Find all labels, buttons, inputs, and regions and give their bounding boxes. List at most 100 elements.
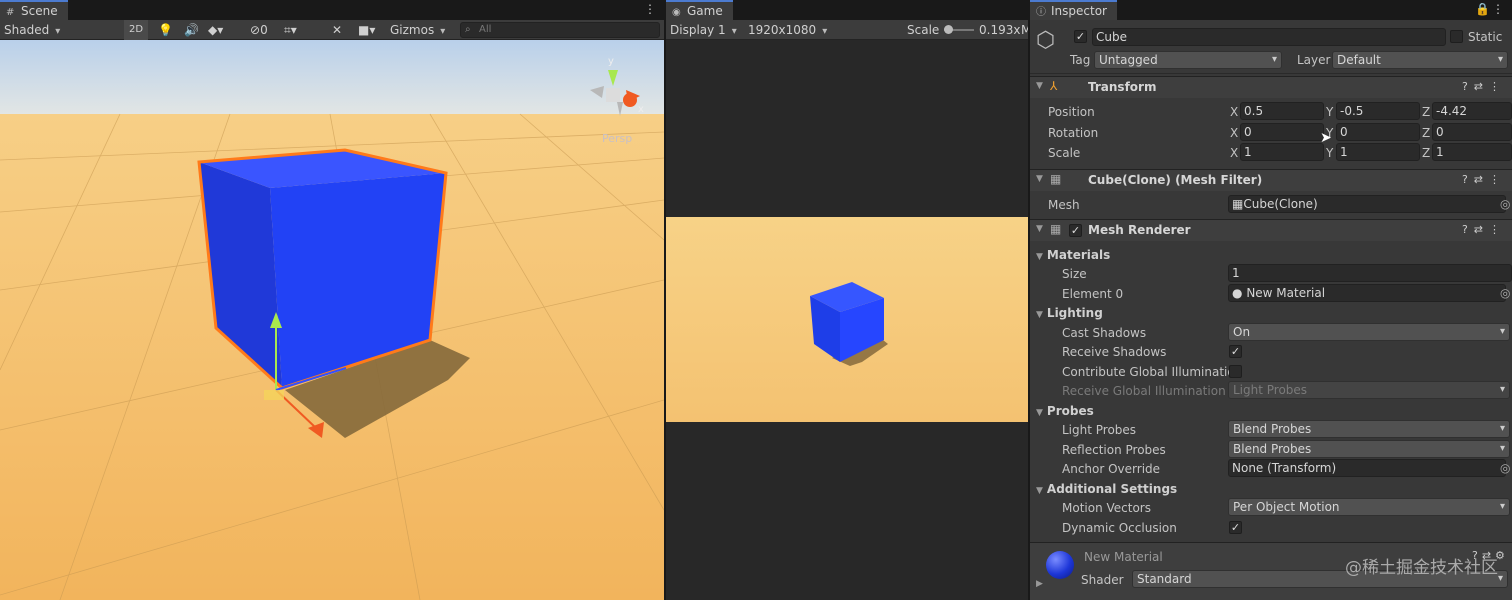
position-x-field[interactable]: 0.5 xyxy=(1240,102,1324,120)
anchor-override-label: Anchor Override xyxy=(1062,462,1161,476)
transform-fold-icon[interactable]: ▼ xyxy=(1036,81,1043,91)
sky xyxy=(0,40,664,122)
receive-shadows-checkbox[interactable]: ✓ xyxy=(1229,345,1242,358)
mesh-label: Mesh xyxy=(1048,198,1080,212)
audio-icon[interactable]: 🔊 xyxy=(184,20,199,40)
reflection-probes-value: Blend Probes xyxy=(1233,442,1312,456)
reflection-probes-dropdown[interactable]: Blend Probes xyxy=(1228,440,1510,458)
transform-component-header[interactable]: ▼ ⅄ Transform ?⇄⋮ xyxy=(1030,76,1512,98)
object-picker-icon[interactable]: ◎ xyxy=(1500,286,1510,300)
lighting-section-header[interactable]: ▼ Lighting xyxy=(1036,306,1103,320)
scene-search-input[interactable]: ⌕ All xyxy=(460,22,660,38)
contribute-gi-checkbox[interactable] xyxy=(1229,365,1242,378)
mesh-renderer-fold-icon[interactable]: ▼ xyxy=(1036,224,1043,234)
layer-dropdown[interactable]: Default xyxy=(1332,51,1508,69)
scale-x-field[interactable]: 1 xyxy=(1240,143,1324,161)
tab-scene-label: Scene xyxy=(21,4,58,18)
reflection-probes-label: Reflection Probes xyxy=(1062,443,1166,457)
lock-icon[interactable]: 🔒 xyxy=(1475,2,1490,16)
light-probes-dropdown[interactable]: Blend Probes xyxy=(1228,420,1510,438)
probes-section-header[interactable]: ▼ Probes xyxy=(1036,404,1094,418)
inspector-menu-icon[interactable]: ⋮ xyxy=(1492,2,1504,16)
mesh-filter-fold-icon[interactable]: ▼ xyxy=(1036,174,1043,184)
material-fold-icon[interactable]: ▶ xyxy=(1036,579,1043,589)
mesh-renderer-component-header[interactable]: ▼ ▦ ✓ Mesh Renderer ?⇄⋮ xyxy=(1030,219,1512,241)
material-name: New Material xyxy=(1084,550,1163,564)
tab-inspector[interactable]: ⓘ Inspector xyxy=(1030,0,1117,20)
lighting-label: Lighting xyxy=(1046,306,1103,320)
probes-fold-icon[interactable]: ▼ xyxy=(1036,408,1043,418)
tab-game[interactable]: ◉ Game xyxy=(666,0,733,20)
gizmos-dropdown[interactable]: Gizmos xyxy=(390,20,445,40)
additional-settings-fold-icon[interactable]: ▼ xyxy=(1036,486,1043,496)
lighting-icon[interactable]: 💡 xyxy=(158,20,173,40)
mesh-renderer-icon: ▦ xyxy=(1050,222,1062,236)
projection-label[interactable]: Persp xyxy=(602,132,632,145)
cast-shadows-dropdown[interactable]: On xyxy=(1228,323,1510,341)
rotation-z-axis-label: Z xyxy=(1422,126,1431,140)
rotation-x-field[interactable]: 0 xyxy=(1240,123,1324,141)
display-dropdown[interactable]: Display 1 xyxy=(670,20,737,40)
mesh-filter-component-header[interactable]: ▼ ▦ Cube(Clone) (Mesh Filter) ?⇄⋮ xyxy=(1030,169,1512,191)
scale-x-value: 1 xyxy=(1244,145,1252,159)
game-panel: ◉Game Display 1 1920x1080 Scale 0.193x M xyxy=(666,0,1028,600)
position-y-field[interactable]: -0.5 xyxy=(1336,102,1420,120)
game-viewport[interactable] xyxy=(666,40,1028,600)
scale-z-value: 1 xyxy=(1436,145,1444,159)
scale-y-field[interactable]: 1 xyxy=(1336,143,1420,161)
additional-settings-section-header[interactable]: ▼ Additional Settings xyxy=(1036,482,1177,496)
position-z-field[interactable]: -4.42 xyxy=(1432,102,1512,120)
mesh-filter-title: Cube(Clone) (Mesh Filter) xyxy=(1088,173,1263,187)
tab-scene[interactable]: # Scene xyxy=(0,0,68,20)
size-field[interactable]: 1 xyxy=(1228,264,1512,282)
scene-toolbar: Shaded 2D 💡 🔊 ◆▾ ⊘0 ⌗▾ ✕ ■▾ Gizmos ⌕ All xyxy=(0,20,664,40)
mesh-value: Cube(Clone) xyxy=(1243,197,1318,211)
shading-mode-label: Shaded xyxy=(4,23,50,37)
tools-icon[interactable]: ✕ xyxy=(332,20,342,40)
position-x-value: 0.5 xyxy=(1244,104,1264,118)
lighting-fold-icon[interactable]: ▼ xyxy=(1036,310,1043,320)
transform-icon: ⅄ xyxy=(1050,79,1058,93)
motion-vectors-dropdown[interactable]: Per Object Motion xyxy=(1228,498,1510,516)
object-picker-icon[interactable]: ◎ xyxy=(1500,461,1510,475)
scene-viewport[interactable]: y x Persp xyxy=(0,40,664,600)
anchor-override-field[interactable]: None (Transform) xyxy=(1228,459,1506,477)
scale-label: Scale xyxy=(1048,146,1081,160)
2d-toggle-button[interactable]: 2D xyxy=(124,20,148,40)
gizmo-y-label: y xyxy=(608,56,614,67)
game-toolbar: Display 1 1920x1080 Scale 0.193x M xyxy=(666,20,1028,40)
mesh-renderer-enabled-checkbox[interactable]: ✓ xyxy=(1069,224,1082,237)
scale-slider-handle[interactable] xyxy=(944,25,953,34)
component-controls-icon[interactable]: ?⇄⋮ xyxy=(1462,223,1506,236)
rotation-z-value: 0 xyxy=(1436,125,1444,139)
scale-z-axis-label: Z xyxy=(1422,146,1431,160)
scene-render[interactable]: y x xyxy=(0,40,664,600)
static-checkbox[interactable] xyxy=(1450,30,1463,43)
mesh-object-field[interactable]: ▦Cube(Clone) xyxy=(1228,195,1506,213)
search-icon: ⌕ xyxy=(465,24,471,35)
move-gizmo-plane-handle[interactable] xyxy=(264,390,284,400)
materials-fold-icon[interactable]: ▼ xyxy=(1036,252,1043,262)
grid-toggle-icon[interactable]: ⌗▾ xyxy=(284,20,297,40)
component-controls-icon[interactable]: ?⇄⋮ xyxy=(1462,80,1506,93)
element0-object-field[interactable]: ● New Material xyxy=(1228,284,1506,302)
resolution-dropdown[interactable]: 1920x1080 xyxy=(748,20,898,40)
shading-mode-dropdown[interactable]: Shaded xyxy=(4,20,116,40)
scale-z-field[interactable]: 1 xyxy=(1432,143,1512,161)
dynamic-occlusion-checkbox[interactable]: ✓ xyxy=(1229,521,1242,534)
object-picker-icon[interactable]: ◎ xyxy=(1500,197,1510,211)
active-checkbox[interactable]: ✓ xyxy=(1074,30,1087,43)
rotation-z-field[interactable]: 0 xyxy=(1432,123,1512,141)
scale-slider[interactable] xyxy=(944,20,974,40)
tag-dropdown[interactable]: Untagged xyxy=(1094,51,1282,69)
materials-section-header[interactable]: ▼ Materials xyxy=(1036,248,1110,262)
hidden-objects-icon[interactable]: ⊘0 xyxy=(250,20,268,40)
game-render xyxy=(666,217,1028,422)
effects-icon[interactable]: ◆▾ xyxy=(208,20,223,40)
camera-icon[interactable]: ■▾ xyxy=(358,20,375,40)
component-controls-icon[interactable]: ?⇄⋮ xyxy=(1462,173,1506,186)
gameobject-icon: ⬡ xyxy=(1036,28,1056,53)
rotation-y-field[interactable]: 0 xyxy=(1336,123,1420,141)
object-name-field[interactable]: Cube xyxy=(1092,28,1446,46)
scene-menu-icon[interactable]: ⋮ xyxy=(644,2,656,16)
